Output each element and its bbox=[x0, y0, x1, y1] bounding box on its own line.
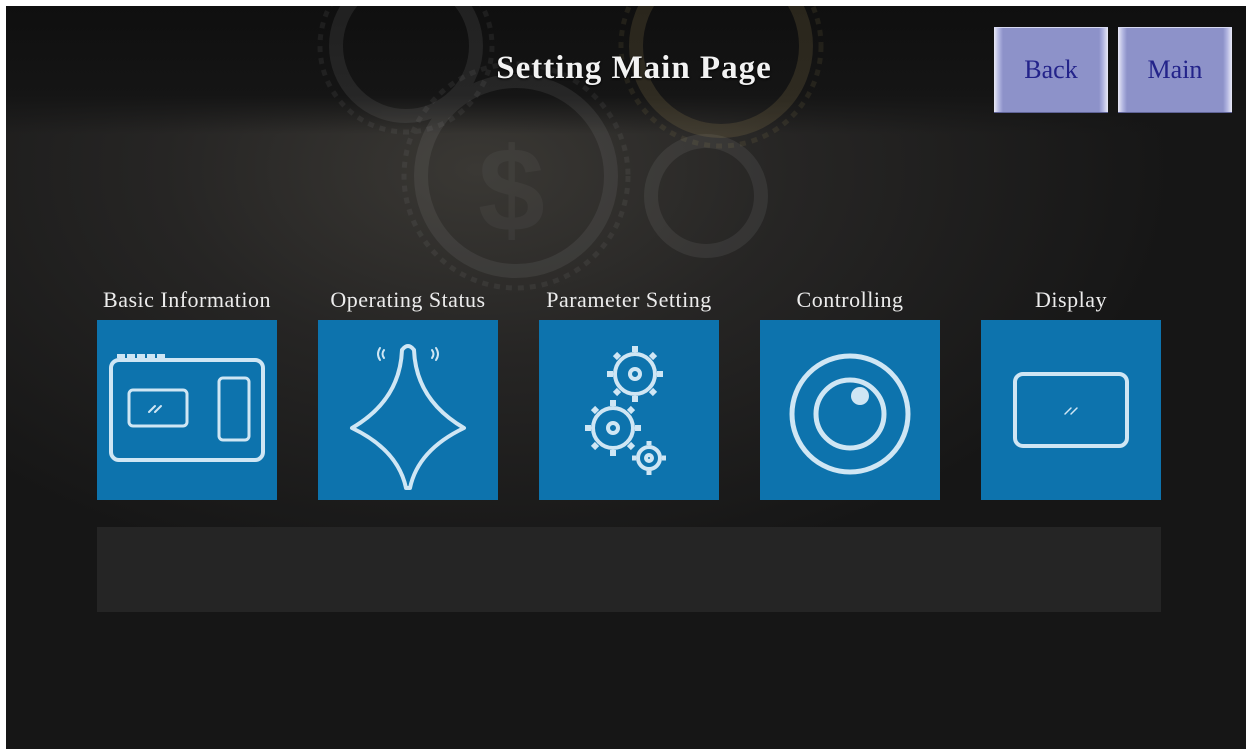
tile-label-parameter-setting: Parameter Setting bbox=[546, 287, 712, 312]
monitor-panel-icon bbox=[109, 354, 265, 462]
hmi-screen: $ Setting Main Page Back Main Basic Info… bbox=[6, 6, 1246, 749]
display-tile[interactable] bbox=[981, 320, 1161, 500]
message-bar bbox=[97, 527, 1161, 612]
parameter-setting-tile[interactable] bbox=[539, 320, 719, 500]
tile-label-controlling: Controlling bbox=[796, 287, 904, 312]
screen-icon bbox=[1013, 372, 1129, 448]
gears-icon bbox=[585, 346, 666, 475]
back-button-label: Back bbox=[1024, 55, 1078, 84]
basic-information-tile[interactable] bbox=[97, 320, 277, 500]
tile-label-operating-status: Operating Status bbox=[330, 287, 486, 312]
main-button[interactable]: Main bbox=[1118, 27, 1232, 113]
tile-label-basic-information: Basic Information bbox=[103, 287, 271, 312]
controlling-tile[interactable] bbox=[760, 320, 940, 500]
main-button-label: Main bbox=[1147, 55, 1203, 84]
camera-lens-icon bbox=[789, 353, 911, 475]
spinning-top-icon bbox=[350, 344, 466, 490]
operating-status-tile[interactable] bbox=[318, 320, 498, 500]
page-title: Setting Main Page bbox=[496, 50, 772, 86]
svg-text:$: $ bbox=[478, 123, 545, 257]
back-button[interactable]: Back bbox=[994, 27, 1108, 113]
tile-label-display: Display bbox=[1035, 287, 1107, 312]
